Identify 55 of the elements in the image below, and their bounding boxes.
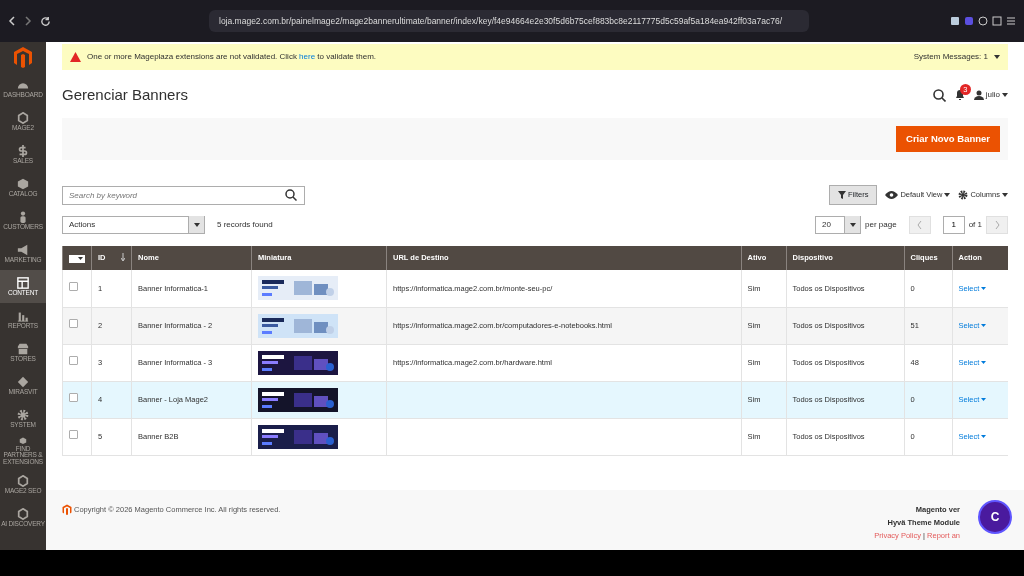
gear-icon[interactable] (958, 190, 969, 200)
notice-text: One or more Mageplaza extensions are not validated. Click here to validate them. (87, 51, 377, 63)
box-icon (17, 177, 29, 190)
row-checkbox[interactable] (69, 393, 78, 403)
dollar-icon (17, 144, 29, 157)
diamond-icon (17, 375, 29, 388)
logo-icon (62, 504, 72, 515)
sort-arrow-icon[interactable] (121, 253, 125, 262)
actions-dropdown[interactable]: Actions (62, 215, 205, 234)
person-icon (17, 210, 29, 223)
validate-link[interactable]: here (299, 52, 316, 61)
row-checkbox[interactable] (69, 430, 78, 440)
sidebar-icon[interactable] (992, 16, 1002, 26)
user-icon[interactable] (973, 90, 984, 100)
select-all-checkbox[interactable] (69, 254, 85, 263)
page-title: Gerenciar Banners (62, 84, 188, 105)
megaphone-icon (17, 243, 29, 256)
per-page-label: per page (865, 218, 897, 231)
system-messages-link[interactable]: System Messages: 1 (913, 51, 988, 63)
row-checkbox[interactable] (69, 356, 78, 366)
logo-icon[interactable] (13, 46, 33, 68)
page-count: of 1 (968, 218, 982, 231)
caret-icon[interactable] (944, 193, 951, 197)
caret-icon[interactable] (78, 257, 83, 261)
caret-icon[interactable] (849, 222, 856, 227)
search-icon[interactable] (285, 188, 297, 201)
records-count: 5 records found (217, 218, 273, 231)
caret-icon[interactable] (994, 55, 1000, 59)
menu-icon[interactable] (1006, 16, 1016, 26)
store-icon (17, 342, 29, 355)
caret-icon[interactable] (1002, 193, 1008, 197)
layout-icon (17, 276, 29, 289)
search-icon[interactable] (932, 88, 946, 102)
back-icon[interactable] (8, 16, 16, 26)
caret-icon[interactable] (193, 222, 200, 227)
caret-icon[interactable] (1002, 93, 1008, 97)
user-menu[interactable]: julio (985, 89, 1000, 101)
hexagon-icon (17, 507, 29, 520)
chevron-left-icon (917, 220, 923, 229)
warning-icon (70, 52, 81, 62)
eye-icon[interactable] (885, 191, 899, 199)
gear-icon (17, 408, 29, 421)
add-banner-button[interactable]: Criar Novo Banner (896, 125, 1000, 153)
box-icon (17, 437, 29, 445)
chevron-right-icon (994, 220, 1000, 229)
hexagon-icon (17, 474, 29, 487)
page-field[interactable]: 1 (942, 215, 965, 234)
filter-icon (838, 191, 846, 199)
reload-icon[interactable] (40, 15, 51, 27)
row-checkbox[interactable] (69, 319, 78, 329)
per-page-dropdown[interactable]: 20 (815, 215, 862, 234)
hexagon-icon (17, 111, 29, 124)
forward-icon[interactable] (24, 16, 32, 26)
search-field[interactable]: Search by keyword (62, 185, 305, 205)
row-checkbox[interactable] (69, 282, 78, 292)
